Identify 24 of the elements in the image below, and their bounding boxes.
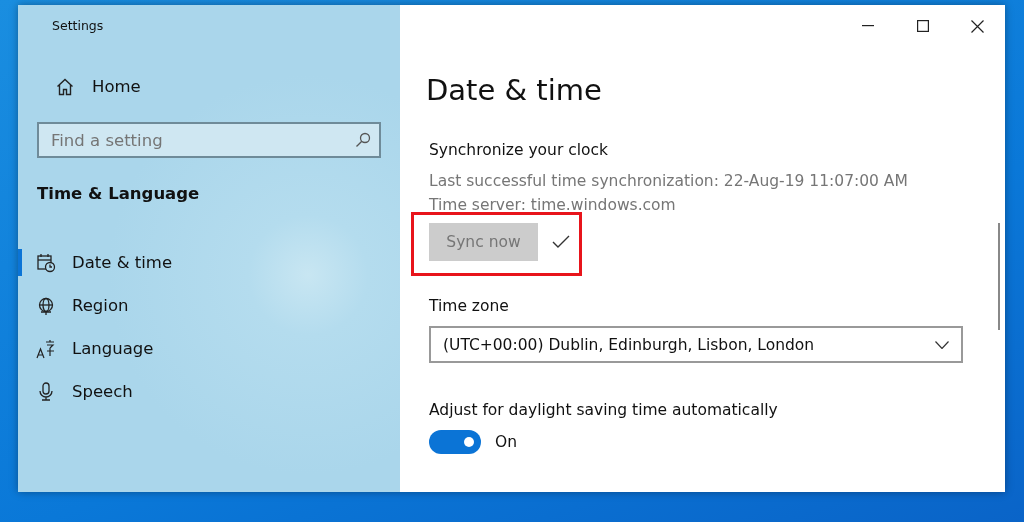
toggle-switch[interactable]: [429, 430, 481, 454]
language-icon: [36, 338, 56, 359]
section-heading: Time & Language: [37, 184, 201, 203]
search-icon: [355, 132, 371, 148]
scrollbar[interactable]: [998, 223, 1000, 330]
chevron-down-icon: [935, 340, 949, 349]
info-text: Last successful time synchronization: 22-Aug-19 11:07:00 AM: [429, 171, 908, 192]
microphone-icon: [36, 381, 56, 402]
close-icon[interactable]: [971, 19, 984, 33]
home-link[interactable]: Home: [56, 77, 381, 96]
setting-label: Adjust for daylight saving time automatically: [429, 401, 779, 419]
calendar-clock-icon: [36, 252, 56, 273]
window-title: Settings: [52, 18, 105, 35]
globe-icon: [36, 295, 56, 316]
info-text: Time server: time.windows.com: [429, 195, 676, 216]
home-icon: [56, 77, 74, 96]
page-title: Date & time: [426, 73, 603, 109]
field-label: Time zone: [429, 297, 510, 315]
toggle-state: On: [495, 433, 518, 451]
minimize-icon[interactable]: [861, 25, 874, 27]
maximize-icon[interactable]: [916, 20, 929, 32]
search-field[interactable]: Find a setting: [37, 122, 381, 158]
time-zone-dropdown[interactable]: (UTC+00:00) Dublin, Edinburgh, Lisbon, London: [429, 326, 963, 363]
section-heading: Synchronize your clock: [429, 141, 609, 159]
